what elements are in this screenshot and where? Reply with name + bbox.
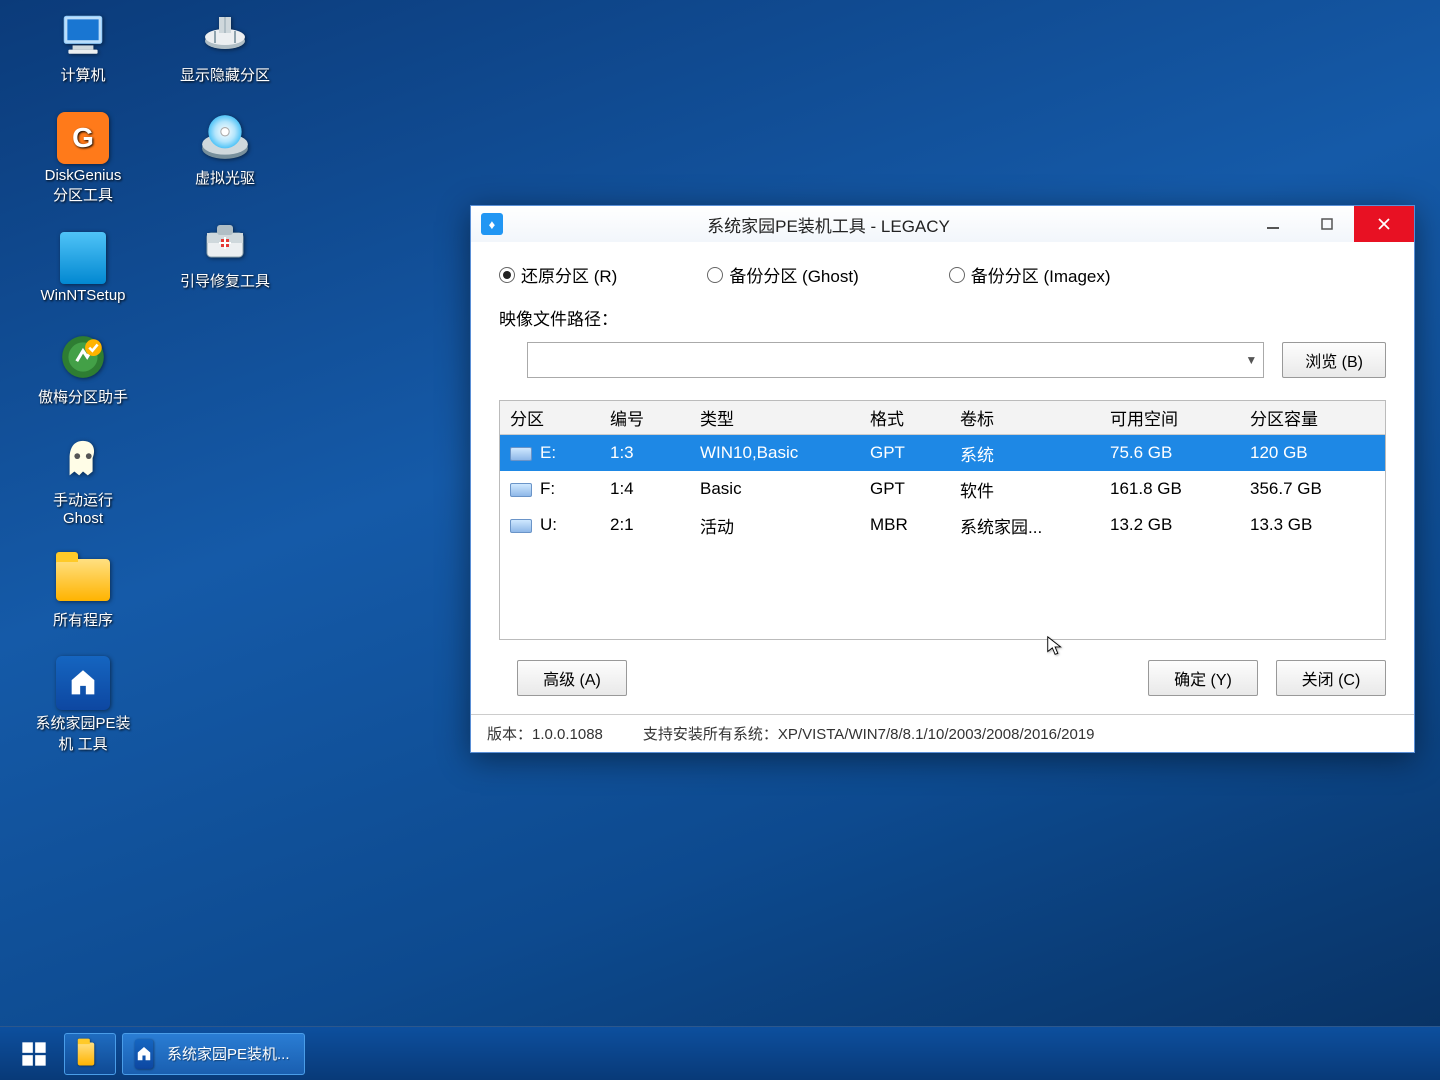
col-partition: 分区 xyxy=(500,405,600,430)
app-icon: ♦ xyxy=(481,213,503,235)
diskgenius-icon: G xyxy=(53,113,113,163)
desktop-col2: 显示隐藏分区 虚拟光驱 引导修复工具 xyxy=(160,10,290,319)
computer-icon xyxy=(53,10,113,60)
icon-label: 所有程序 xyxy=(18,609,148,630)
desktop-icon-showhidden[interactable]: 显示隐藏分区 xyxy=(160,10,290,85)
icon-label: 手动运行 Ghost xyxy=(18,489,148,527)
status-bar: 版本：1.0.0.1088 支持安装所有系统：XP/VISTA/WIN7/8/8… xyxy=(471,714,1414,752)
partition-table: 分区 编号 类型 格式 卷标 可用空间 分区容量 E:1:3WIN10,Basi… xyxy=(499,400,1386,640)
icon-label: 系统家园PE装 机 工具 xyxy=(18,712,148,754)
table-body: E:1:3WIN10,BasicGPT系统75.6 GB120 GBF:1:4B… xyxy=(500,435,1385,543)
window-body: 还原分区 (R) 备份分区 (Ghost) 备份分区 (Imagex) 映像文件… xyxy=(471,242,1414,714)
table-row[interactable]: F:1:4BasicGPT软件161.8 GB356.7 GB xyxy=(500,471,1385,507)
taskbar-app[interactable]: 系统家园PE装机... xyxy=(122,1033,305,1075)
image-path-combo[interactable]: ▼ xyxy=(527,342,1264,378)
table-header: 分区 编号 类型 格式 卷标 可用空间 分区容量 xyxy=(500,401,1385,435)
table-row[interactable]: E:1:3WIN10,BasicGPT系统75.6 GB120 GB xyxy=(500,435,1385,471)
close-button[interactable] xyxy=(1354,206,1414,242)
maximize-button[interactable] xyxy=(1300,206,1354,242)
image-path-controls: ▼ 浏览 (B) xyxy=(499,342,1386,378)
petool-icon xyxy=(129,1039,159,1069)
col-volume: 卷标 xyxy=(950,405,1100,430)
aomei-icon xyxy=(53,332,113,382)
col-type: 类型 xyxy=(690,405,860,430)
col-number: 编号 xyxy=(600,405,690,430)
cd-icon xyxy=(195,113,255,163)
ok-button[interactable]: 确定 (Y) xyxy=(1148,660,1258,696)
icon-label: DiskGenius 分区工具 xyxy=(18,167,148,205)
folder-icon xyxy=(53,555,113,605)
mode-radios: 还原分区 (R) 备份分区 (Ghost) 备份分区 (Imagex) xyxy=(499,262,1386,287)
support-text: 支持安装所有系统：XP/VISTA/WIN7/8/8.1/10/2003/200… xyxy=(643,723,1095,744)
desktop-icon-computer[interactable]: 计算机 xyxy=(18,10,148,85)
window-controls xyxy=(1246,206,1414,242)
desktop-icon-bootrepair[interactable]: 引导修复工具 xyxy=(160,216,290,291)
taskbar: 系统家园PE装机... xyxy=(0,1026,1440,1080)
table-row[interactable]: U:2:1活动MBR系统家园...13.2 GB13.3 GB xyxy=(500,507,1385,543)
chevron-down-icon: ▼ xyxy=(1245,353,1257,367)
radio-backup-ghost[interactable]: 备份分区 (Ghost) xyxy=(707,262,858,287)
taskbar-explorer[interactable] xyxy=(64,1033,116,1075)
winntsetup-icon xyxy=(53,233,113,283)
radio-restore[interactable]: 还原分区 (R) xyxy=(499,262,617,287)
petool-icon xyxy=(53,658,113,708)
advanced-button[interactable]: 高级 (A) xyxy=(517,660,627,696)
ghost-icon xyxy=(53,435,113,485)
close-dialog-button[interactable]: 关闭 (C) xyxy=(1276,660,1386,696)
app-window: ♦ 系统家园PE装机工具 - LEGACY 还原分区 (R) 备份分区 (Gho… xyxy=(470,205,1415,753)
icon-label: 显示隐藏分区 xyxy=(160,64,290,85)
folder-icon xyxy=(71,1039,101,1069)
browse-button[interactable]: 浏览 (B) xyxy=(1282,342,1386,378)
icon-label: 计算机 xyxy=(18,64,148,85)
radio-backup-imagex[interactable]: 备份分区 (Imagex) xyxy=(949,262,1111,287)
icon-label: 傲梅分区助手 xyxy=(18,386,148,407)
version-text: 版本：1.0.0.1088 xyxy=(487,723,603,744)
icon-label: 虚拟光驱 xyxy=(160,167,290,188)
toolbox-icon xyxy=(195,216,255,266)
col-free: 可用空间 xyxy=(1100,405,1240,430)
desktop-icon-programs[interactable]: 所有程序 xyxy=(18,555,148,630)
desktop-icon-ghost[interactable]: 手动运行 Ghost xyxy=(18,435,148,527)
col-format: 格式 xyxy=(860,405,950,430)
titlebar[interactable]: ♦ 系统家园PE装机工具 - LEGACY xyxy=(471,206,1414,242)
desktop-icon-aomei[interactable]: 傲梅分区助手 xyxy=(18,332,148,407)
path-label: 映像文件路径： xyxy=(499,305,618,330)
image-path-row: 映像文件路径： xyxy=(499,305,1386,330)
window-title: 系统家园PE装机工具 - LEGACY xyxy=(511,212,1246,237)
minimize-button[interactable] xyxy=(1246,206,1300,242)
desktop-icon-petool[interactable]: 系统家园PE装 机 工具 xyxy=(18,658,148,754)
bottom-buttons: 高级 (A) 确定 (Y) 关闭 (C) xyxy=(499,660,1386,696)
desktop-icon-diskgenius[interactable]: G DiskGenius 分区工具 xyxy=(18,113,148,205)
taskbar-app-label: 系统家园PE装机... xyxy=(167,1043,290,1064)
start-button[interactable] xyxy=(10,1034,58,1074)
desktop-icon-winntsetup[interactable]: WinNTSetup xyxy=(18,233,148,304)
col-capacity: 分区容量 xyxy=(1240,405,1380,430)
icon-label: WinNTSetup xyxy=(18,287,148,304)
icon-label: 引导修复工具 xyxy=(160,270,290,291)
partition-icon xyxy=(195,10,255,60)
desktop-icon-virtualcd[interactable]: 虚拟光驱 xyxy=(160,113,290,188)
